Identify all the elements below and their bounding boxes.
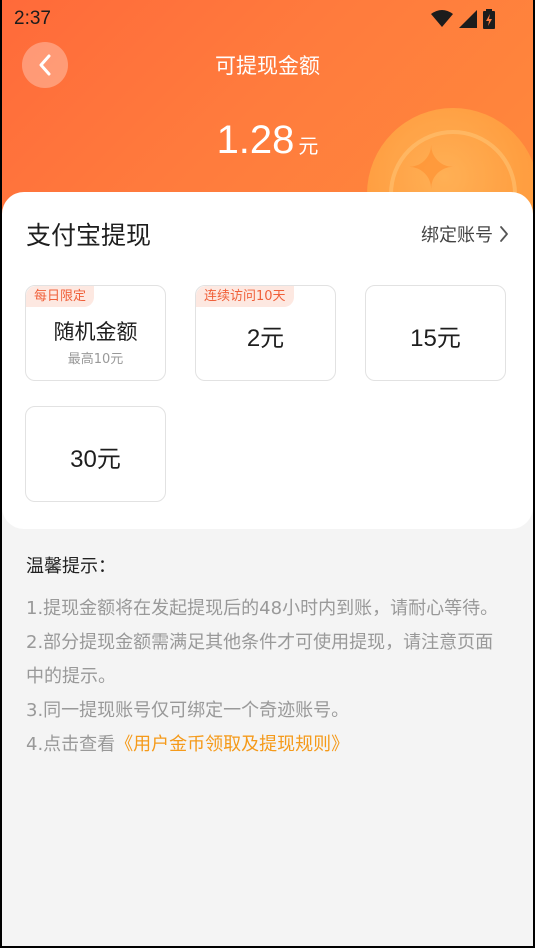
alipay-withdraw-card: 支付宝提现 绑定账号 每日限定 随机金额 最高10元 连续访问10天 2元 15… [2, 192, 533, 529]
status-time: 2:37 [14, 8, 51, 29]
signal-icon [459, 10, 477, 28]
option-label: 30元 [70, 446, 121, 473]
tip-item: 2.部分提现金额需满足其他条件才可使用提现，请注意页面中的提示。 [26, 632, 494, 687]
tip-item: 1.提现金额将在发起提现后的48小时内到账，请耐心等待。 [26, 598, 499, 619]
battery-charging-icon [483, 9, 495, 29]
option-label: 随机金额 [53, 321, 138, 344]
tip-item-prefix: 4.点击查看 [26, 734, 116, 755]
wifi-icon [431, 10, 453, 27]
tips-section: 温馨提示： 1.提现金额将在发起提现后的48小时内到账，请耐心等待。 2.部分提… [26, 552, 510, 762]
option-sublabel: 最高10元 [67, 352, 124, 367]
bind-account-label: 绑定账号 [421, 225, 493, 246]
bind-account-link[interactable]: 绑定账号 [421, 221, 509, 247]
card-title: 支付宝提现 [26, 221, 152, 250]
withdraw-option-30[interactable]: 30元 [25, 406, 166, 502]
withdraw-option-2[interactable]: 连续访问10天 2元 [195, 285, 336, 381]
option-label: 2元 [246, 325, 285, 352]
tip-item: 4.点击查看《用户金币领取及提现规则》 [26, 728, 510, 762]
withdraw-rules-link[interactable]: 《用户金币领取及提现规则》 [115, 734, 349, 755]
amount-unit: 元 [298, 134, 319, 158]
tips-title: 温馨提示： [26, 556, 116, 577]
tip-item: 3.同一提现账号仅可绑定一个奇迹账号。 [26, 700, 350, 721]
amount-value: 1.28 [216, 118, 295, 162]
withdraw-option-random[interactable]: 每日限定 随机金额 最高10元 [25, 285, 166, 381]
option-tag: 每日限定 [26, 286, 95, 307]
option-label: 15元 [410, 325, 461, 352]
chevron-right-icon [500, 226, 508, 242]
status-bar: 2:37 [2, 0, 533, 38]
option-tag: 连续访问10天 [196, 286, 294, 307]
withdraw-option-15[interactable]: 15元 [365, 285, 506, 381]
withdrawable-amount: 1.28 元 [2, 118, 533, 163]
page-title: 可提现金额 [215, 54, 320, 78]
withdraw-screen: ✦ 2:37 可提现金额 1.28 元 支付宝提现 绑定账号 每日限定 随机金额… [2, 0, 533, 946]
